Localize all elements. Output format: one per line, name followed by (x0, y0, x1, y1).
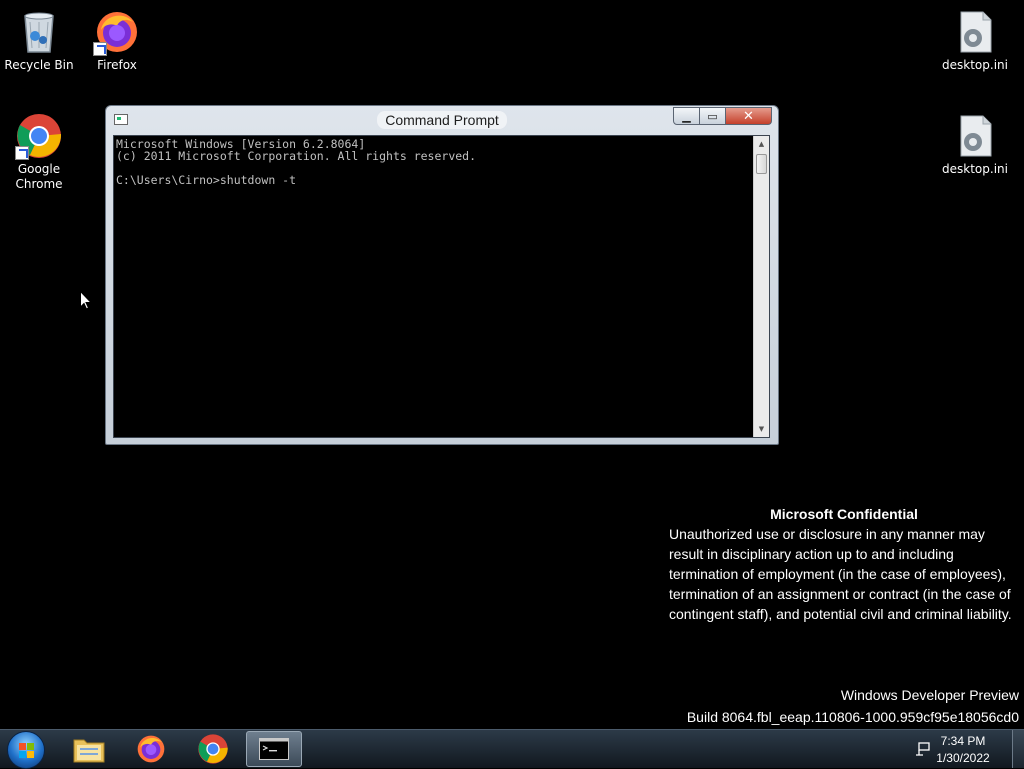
folder-icon (73, 739, 105, 763)
firefox-icon (137, 735, 165, 763)
recycle-bin-icon (15, 8, 63, 56)
desktop-icon-google-chrome[interactable]: Google Chrome (0, 112, 79, 192)
taskbar: 7:34 PM 1/30/2022 (0, 729, 1024, 769)
scroll-up-arrow[interactable]: ▲ (754, 136, 769, 152)
minimize-icon: ▁ (682, 109, 691, 123)
settings-file-icon (951, 112, 999, 160)
build-watermark: Windows Developer Preview Build 8064.fbl… (687, 684, 1019, 728)
desktop-icon-label: desktop.ini (942, 58, 1008, 72)
clock-time: 7:34 PM (940, 734, 986, 748)
confidential-notice: Microsoft Confidential Unauthorized use … (669, 504, 1019, 624)
minimize-button[interactable]: ▁ (673, 107, 700, 125)
build-number: Build 8064.fbl_eeap.110806-1000.959cf95e… (686, 709, 1019, 725)
maximize-icon: ▭ (707, 109, 718, 123)
settings-file-icon (951, 8, 999, 56)
close-icon: ✕ (743, 108, 754, 124)
command-prompt-window[interactable]: Command Prompt ▁ ▭ ✕ Microsoft Windows [… (105, 105, 779, 445)
window-titlebar[interactable]: Command Prompt ▁ ▭ ✕ (106, 106, 778, 134)
taskbar-file-explorer[interactable] (61, 731, 117, 767)
mouse-cursor-icon (80, 291, 92, 310)
desktop-icon-label: Recycle Bin (4, 58, 74, 72)
taskbar-chrome[interactable] (185, 731, 241, 767)
close-button[interactable]: ✕ (726, 107, 772, 125)
windows-logo-icon (19, 743, 34, 758)
scrollbar-thumb[interactable] (756, 154, 767, 174)
chrome-icon (198, 734, 228, 764)
system-tray: 7:34 PM 1/30/2022 (884, 730, 1024, 768)
shortcut-arrow-icon (15, 146, 29, 160)
desktop-icon-label: desktop.ini (942, 162, 1008, 176)
firefox-icon (93, 8, 141, 56)
desktop-icon-label: Firefox (97, 58, 137, 72)
notice-title: Microsoft Confidential (770, 506, 918, 522)
desktop-icon-label: Google Chrome (15, 162, 63, 191)
window-title-text: Command Prompt (377, 111, 507, 129)
shortcut-arrow-icon (93, 42, 107, 56)
console-output[interactable]: Microsoft Windows [Version 6.2.8064] (c) … (116, 138, 754, 436)
window-controls: ▁ ▭ ✕ (673, 107, 772, 125)
desktop-icon-firefox[interactable]: Firefox (77, 8, 157, 73)
vertical-scrollbar[interactable]: ▲ ▼ (753, 136, 769, 437)
maximize-button[interactable]: ▭ (700, 107, 726, 125)
clock[interactable]: 7:34 PM 1/30/2022 (928, 733, 998, 767)
desktop-icon-desktop-ini-2[interactable]: desktop.ini (935, 112, 1015, 177)
chrome-icon (15, 112, 63, 160)
desktop-icon-recycle-bin[interactable]: Recycle Bin (0, 8, 79, 73)
show-desktop-button[interactable] (1012, 730, 1024, 768)
taskbar-firefox[interactable] (123, 731, 179, 767)
console-line: C:\Users\Cirno>shutdown -t (116, 173, 297, 187)
console-area[interactable]: Microsoft Windows [Version 6.2.8064] (c) … (113, 135, 770, 438)
desktop-icon-desktop-ini-1[interactable]: desktop.ini (935, 8, 1015, 73)
console-icon (259, 738, 289, 760)
taskbar-command-prompt[interactable] (246, 731, 302, 767)
clock-date: 1/30/2022 (936, 751, 990, 765)
notice-body: Unauthorized use or disclosure in any ma… (669, 526, 1012, 622)
start-button[interactable] (7, 731, 45, 769)
console-line: (c) 2011 Microsoft Corporation. All righ… (116, 149, 477, 163)
scroll-down-arrow[interactable]: ▼ (754, 421, 769, 437)
build-edition: Windows Developer Preview (840, 687, 1019, 703)
